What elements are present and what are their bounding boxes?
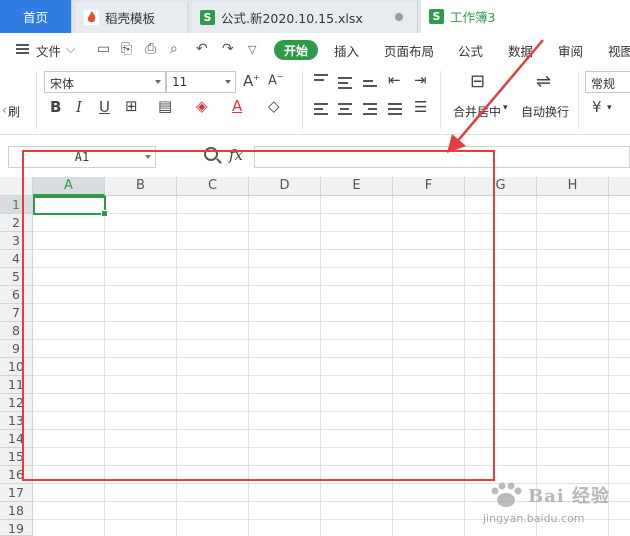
menu-start[interactable]: 开始 bbox=[274, 40, 318, 60]
tab-formula-file[interactable]: S 公式.新2020.10.15.xlsx bbox=[192, 2, 418, 33]
border-icon[interactable]: ⊞ bbox=[125, 97, 138, 115]
col-header-next[interactable] bbox=[609, 177, 630, 196]
docer-icon bbox=[84, 10, 99, 25]
font-name-value: 宋体 bbox=[50, 77, 75, 91]
menu-page-layout[interactable]: 页面布局 bbox=[384, 41, 434, 60]
tab-formula-file-label: 公式.新2020.10.15.xlsx bbox=[221, 11, 363, 26]
menu-bar: 文件 ⌵ ▭ ⎘ ⎙ ⌕ ↶ ↷ ▽ 开始 插入 页面布局 公式 数据 审阅 视… bbox=[0, 33, 630, 65]
align-right-icon[interactable] bbox=[363, 103, 377, 118]
divider bbox=[302, 71, 303, 129]
menu-icon[interactable] bbox=[16, 44, 29, 54]
number-format-value: 常规 bbox=[591, 77, 616, 91]
font-name-select[interactable]: 宋体 bbox=[44, 71, 166, 93]
merge-center-button[interactable]: 合并居中 bbox=[453, 103, 501, 120]
more-chevron-icon[interactable]: ▽ bbox=[248, 43, 256, 56]
cell-style-icon[interactable]: ▤ bbox=[158, 97, 172, 115]
menu-review[interactable]: 审阅 bbox=[558, 41, 583, 60]
spreadsheet-icon: S bbox=[200, 10, 215, 25]
divider bbox=[440, 71, 441, 129]
font-color-icon[interactable]: A bbox=[232, 97, 242, 115]
indent-increase-icon[interactable]: ⇥ bbox=[414, 71, 427, 89]
underline-button[interactable]: U bbox=[99, 98, 110, 116]
tab-home-label: 首页 bbox=[22, 10, 48, 25]
italic-button[interactable]: I bbox=[76, 98, 82, 116]
tab-docer[interactable]: 稻壳模板 bbox=[76, 2, 188, 33]
paw-icon bbox=[491, 482, 522, 507]
export-icon[interactable]: ⎘ bbox=[121, 41, 132, 57]
bold-button[interactable]: B bbox=[50, 98, 61, 116]
wrap-text-icon[interactable]: ⇌ bbox=[536, 71, 551, 92]
chevron-down-icon[interactable]: ▾ bbox=[607, 103, 612, 113]
align-bottom-icon[interactable] bbox=[363, 80, 377, 90]
tab-docer-label: 稻壳模板 bbox=[105, 11, 156, 26]
divider bbox=[36, 71, 37, 129]
menu-formula[interactable]: 公式 bbox=[458, 41, 483, 60]
font-size-select[interactable]: 11 bbox=[166, 71, 236, 93]
tab-workbook3[interactable]: S 工作簿3 bbox=[421, 0, 630, 33]
wrap-text-button[interactable]: 自动换行 bbox=[521, 103, 569, 120]
ribbon-left-scroll-icon[interactable]: ‹ bbox=[2, 103, 7, 117]
align-top-icon[interactable] bbox=[314, 74, 328, 84]
fill-color-icon[interactable]: ◈ bbox=[196, 97, 208, 115]
align-left-icon[interactable] bbox=[314, 103, 328, 118]
ribbon-toolbar: ‹ 刷 宋体 11 A+ A− B I U ⊞ ▤ ◈ A ◇ ⇤ ⇥ ☰ ⊟ … bbox=[0, 65, 630, 158]
justify-icon[interactable] bbox=[388, 103, 402, 118]
increase-font-icon[interactable]: A+ bbox=[243, 72, 260, 90]
align-center-icon[interactable] bbox=[338, 103, 352, 118]
menu-file[interactable]: 文件 bbox=[36, 41, 61, 60]
menu-view[interactable]: 视图 bbox=[608, 41, 630, 60]
distributed-icon[interactable]: ☰ bbox=[414, 98, 427, 116]
row-header[interactable]: 19 bbox=[0, 520, 33, 536]
divider bbox=[578, 71, 579, 129]
currency-icon[interactable]: ¥ bbox=[592, 98, 602, 116]
save-icon[interactable]: ▭ bbox=[97, 41, 110, 57]
row-header[interactable]: 17 bbox=[0, 484, 33, 502]
decrease-font-icon[interactable]: A− bbox=[268, 72, 284, 88]
merge-center-icon[interactable]: ⊟ bbox=[470, 71, 485, 92]
baidu-watermark: Bai 经验 jingyan.baidu.com bbox=[478, 478, 628, 533]
chevron-down-icon[interactable]: ▾ bbox=[503, 103, 508, 113]
col-header-h[interactable]: H bbox=[537, 177, 609, 196]
menu-insert[interactable]: 插入 bbox=[334, 41, 359, 60]
redo-icon[interactable]: ↷ bbox=[222, 41, 234, 57]
font-size-value: 11 bbox=[172, 75, 188, 89]
watermark-text: Bai 经验 bbox=[528, 486, 610, 507]
number-format-select[interactable]: 常规 bbox=[585, 71, 630, 93]
tab-workbook3-label: 工作簿3 bbox=[450, 10, 496, 25]
tab-home[interactable]: 首页 bbox=[0, 0, 72, 33]
row-header[interactable]: 18 bbox=[0, 502, 33, 520]
spreadsheet-window: 首页 稻壳模板 S 公式.新2020.10.15.xlsx S 工作簿3 文件 … bbox=[0, 0, 630, 536]
chevron-down-icon[interactable]: ⌵ bbox=[66, 41, 75, 57]
print-icon[interactable]: ⎙ bbox=[145, 41, 156, 57]
undo-icon[interactable]: ↶ bbox=[196, 41, 208, 57]
clear-format-icon[interactable]: ◇ bbox=[268, 97, 280, 115]
watermark-url: jingyan.baidu.com bbox=[483, 512, 585, 525]
unsaved-dot-icon[interactable] bbox=[395, 13, 403, 21]
spreadsheet-icon: S bbox=[429, 9, 444, 24]
annotation-box bbox=[22, 150, 495, 481]
tab-bar: 首页 稻壳模板 S 公式.新2020.10.15.xlsx S 工作簿3 bbox=[0, 0, 630, 33]
menu-data[interactable]: 数据 bbox=[508, 41, 533, 60]
print-preview-icon[interactable]: ⌕ bbox=[170, 41, 178, 57]
align-middle-icon[interactable] bbox=[338, 77, 352, 92]
format-brush-label[interactable]: 刷 bbox=[8, 103, 20, 120]
indent-decrease-icon[interactable]: ⇤ bbox=[388, 71, 401, 89]
